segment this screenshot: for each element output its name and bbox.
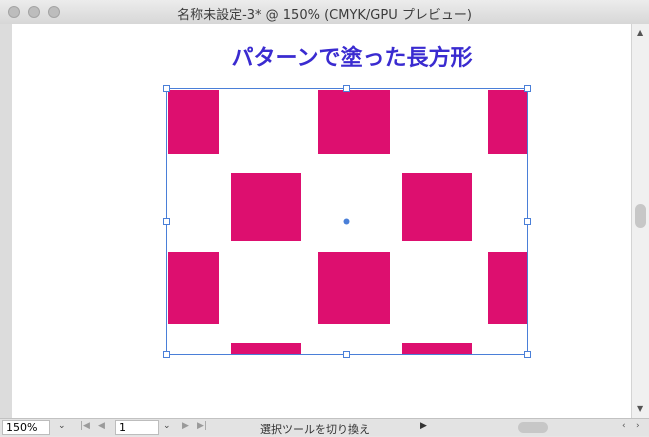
pattern-square: [231, 173, 301, 241]
pattern-square: [402, 343, 472, 355]
pattern-square: [318, 90, 390, 154]
last-artboard-icon[interactable]: ▶|: [197, 421, 207, 431]
scroll-up-arrow-icon[interactable]: ▲: [637, 28, 643, 37]
scroll-down-arrow-icon[interactable]: ▼: [637, 404, 643, 413]
horizontal-scroll-thumb[interactable]: [518, 422, 548, 433]
resize-handle[interactable]: [343, 351, 350, 358]
tool-status-text: 選択ツールを切り換え: [260, 423, 370, 436]
pattern-square: [402, 173, 472, 241]
zoom-level-field[interactable]: 150%: [2, 420, 50, 435]
resize-handle[interactable]: [163, 218, 170, 225]
vertical-scrollbar[interactable]: ▲ ▼: [631, 24, 649, 418]
scroll-right-arrow-icon[interactable]: ›: [636, 421, 640, 431]
resize-handle[interactable]: [524, 85, 531, 92]
scroll-left-arrow-icon[interactable]: ‹: [622, 421, 626, 431]
artboard-dropdown-chevron-down-icon[interactable]: ⌄: [163, 421, 171, 431]
resize-handle[interactable]: [163, 351, 170, 358]
window-title: 名称未設定-3* @ 150% (CMYK/GPU プレビュー): [177, 8, 472, 23]
window-titlebar: 名称未設定-3* @ 150% (CMYK/GPU プレビュー): [0, 0, 649, 25]
first-artboard-icon[interactable]: |◀: [80, 421, 90, 431]
pattern-square: [488, 90, 528, 154]
artwork-svg: [163, 85, 531, 358]
pattern-square: [488, 252, 528, 324]
resize-handle[interactable]: [163, 85, 170, 92]
artboard-number-field[interactable]: 1: [115, 420, 159, 435]
pattern-square: [168, 90, 219, 154]
zoom-dropdown-chevron-down-icon[interactable]: ⌄: [58, 421, 66, 431]
vertical-scroll-thumb[interactable]: [635, 204, 646, 228]
resize-handle[interactable]: [524, 218, 531, 225]
resize-handle[interactable]: [524, 351, 531, 358]
next-artboard-icon[interactable]: ▶: [182, 421, 189, 431]
document-canvas[interactable]: パターンで塗った長方形: [12, 24, 631, 418]
resize-handle[interactable]: [343, 85, 350, 92]
pattern-square: [168, 252, 219, 324]
status-menu-arrow-icon[interactable]: ▶: [420, 421, 427, 431]
previous-artboard-icon[interactable]: ◀: [98, 421, 105, 431]
horizontal-scrollbar[interactable]: [432, 421, 617, 434]
status-bar: 150% ⌄ |◀ ◀ 1 ⌄ ▶ ▶| 選択ツールを切り換え ▶ ‹ ›: [0, 418, 649, 436]
pattern-square: [231, 343, 301, 355]
center-point: [343, 218, 350, 225]
pattern-square: [318, 252, 390, 324]
